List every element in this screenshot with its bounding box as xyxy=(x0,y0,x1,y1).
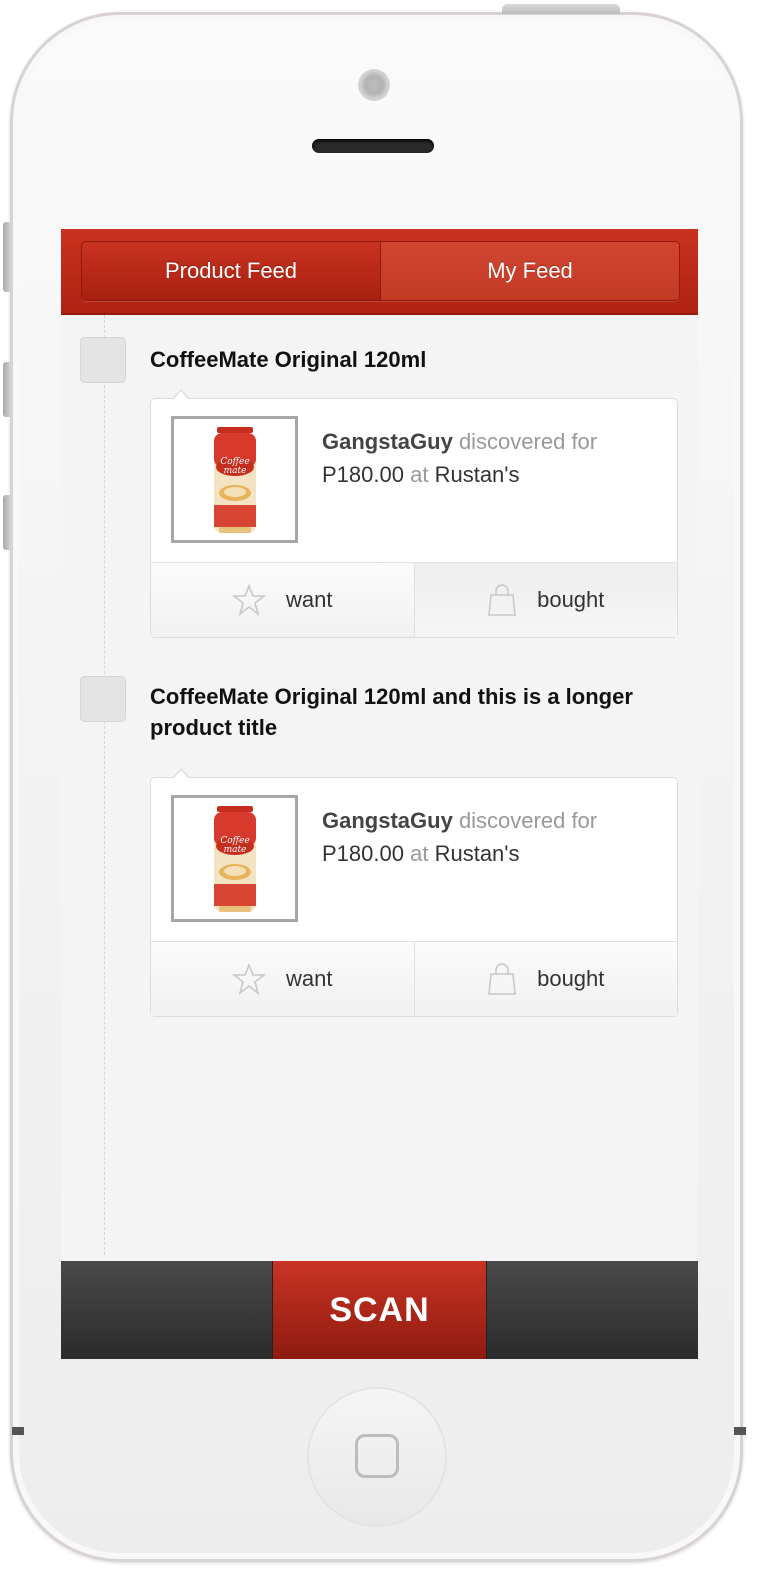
post-checkbox[interactable] xyxy=(80,337,126,383)
post-title: CoffeeMate Original 120ml and this is a … xyxy=(150,684,633,740)
product-card: Coffee mate GangstaGuy discovered for P1… xyxy=(150,768,678,1017)
product-card: Coffee mate GangstaGuy discovered for P1… xyxy=(150,389,678,638)
discovery-description: GangstaGuy discovered for P180.00 at Rus… xyxy=(322,804,652,870)
at-text: at xyxy=(410,462,429,487)
price-text: P180.00 xyxy=(322,462,404,487)
want-button[interactable]: want xyxy=(151,563,414,637)
speaker-grille xyxy=(312,139,434,153)
tab-product-feed[interactable]: Product Feed xyxy=(82,242,381,300)
price-text: P180.00 xyxy=(322,841,404,866)
tab-my-feed[interactable]: My Feed xyxy=(381,242,679,300)
svg-text:mate: mate xyxy=(224,845,247,855)
card-actions: want bought xyxy=(151,941,677,1016)
post-checkbox[interactable] xyxy=(80,676,126,722)
bought-button[interactable]: bought xyxy=(413,942,677,1016)
home-square-icon xyxy=(355,1434,399,1478)
mute-switch xyxy=(3,222,11,292)
shopping-bag-icon xyxy=(488,584,516,616)
user-name[interactable]: GangstaGuy xyxy=(322,429,453,454)
product-thumbnail[interactable]: Coffee mate xyxy=(171,795,298,922)
coffee-mate-can-image: Coffee mate xyxy=(214,427,256,533)
discovered-text: discovered for xyxy=(458,429,598,454)
volume-down-button xyxy=(3,495,11,550)
star-icon xyxy=(232,584,266,616)
discovery-description: GangstaGuy discovered for P180.00 at Rus… xyxy=(322,425,652,491)
store-name[interactable]: Rustan's xyxy=(435,841,520,866)
discovered-text: discovered for xyxy=(458,808,598,833)
card-actions: want bought xyxy=(151,562,677,637)
home-button[interactable] xyxy=(307,1387,447,1527)
bought-label: bought xyxy=(537,966,605,991)
left-pin xyxy=(12,1427,24,1435)
want-label: want xyxy=(286,587,333,612)
top-navigation-bar: Product Feed My Feed xyxy=(61,229,698,315)
coffee-mate-can-image: Coffee mate xyxy=(214,806,256,912)
scan-button[interactable]: SCAN xyxy=(273,1261,486,1359)
front-camera xyxy=(358,69,390,101)
want-button[interactable]: want xyxy=(151,942,414,1016)
timeline-line xyxy=(104,315,105,1255)
right-pin xyxy=(734,1427,746,1435)
feed-segmented-control: Product Feed My Feed xyxy=(81,241,680,301)
want-label: want xyxy=(286,966,333,991)
product-thumbnail[interactable]: Coffee mate xyxy=(171,416,298,543)
post-title: CoffeeMate Original 120ml xyxy=(150,347,427,372)
store-name[interactable]: Rustan's xyxy=(435,462,520,487)
shopping-bag-icon xyxy=(488,963,516,995)
app-screen: Product Feed My Feed CoffeeMate Original… xyxy=(61,229,698,1359)
volume-up-button xyxy=(3,362,11,417)
svg-text:mate: mate xyxy=(224,466,247,476)
bought-label: bought xyxy=(537,587,605,612)
bottom-toolbar: SCAN xyxy=(61,1261,698,1359)
power-button xyxy=(502,4,620,14)
user-name[interactable]: GangstaGuy xyxy=(322,808,453,833)
bought-button[interactable]: bought xyxy=(413,563,677,637)
at-text: at xyxy=(410,841,429,866)
star-icon xyxy=(232,963,266,995)
